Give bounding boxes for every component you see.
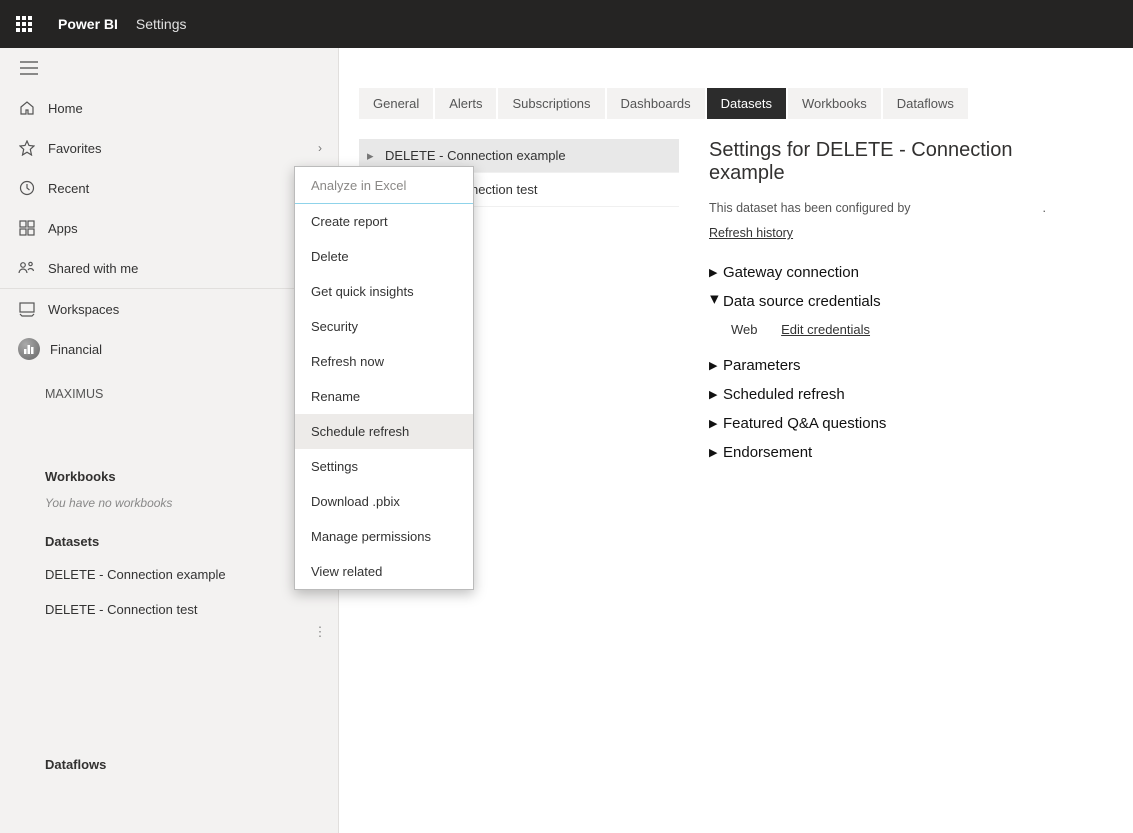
tab-datasets[interactable]: Datasets <box>707 88 786 119</box>
app-launcher-icon[interactable] <box>12 12 36 36</box>
caret-right-icon: ▶ <box>709 446 721 459</box>
caret-right-icon: ▶ <box>709 266 721 279</box>
apps-icon <box>18 219 36 237</box>
clock-icon <box>18 179 36 197</box>
sidebar-item-label: Home <box>48 101 83 116</box>
brand-label: Power BI <box>58 16 118 32</box>
caret-right-icon: ▶ <box>709 359 721 372</box>
acc-label: Scheduled refresh <box>723 386 845 403</box>
acc-label: Featured Q&A questions <box>723 415 886 432</box>
ctx-settings[interactable]: Settings <box>295 449 473 484</box>
dataset-context-menu: Analyze in Excel Create report Delete Ge… <box>294 166 474 590</box>
edit-credentials-link[interactable]: Edit credentials <box>781 322 870 337</box>
shared-icon <box>18 259 36 277</box>
panel-subtitle: This dataset has been configured by . <box>709 201 1093 215</box>
sidebar-item-label: Favorites <box>48 141 101 156</box>
sidebar-item-label: Financial <box>50 342 102 357</box>
acc-label: Gateway connection <box>723 264 859 281</box>
sidebar-item-apps[interactable]: Apps <box>0 208 338 248</box>
acc-label: Parameters <box>723 357 801 374</box>
sidebar-item-label: Recent <box>48 181 89 196</box>
sidebar: Home Favorites › Recent Apps Shared with… <box>0 48 339 833</box>
acc-label: Data source credentials <box>723 293 881 310</box>
acc-gateway[interactable]: ▶Gateway connection <box>709 258 1093 287</box>
tab-dataflows[interactable]: Dataflows <box>883 88 968 119</box>
star-icon <box>18 139 36 157</box>
ctx-manage-permissions[interactable]: Manage permissions <box>295 519 473 554</box>
sidebar-item-recent[interactable]: Recent <box>0 168 338 208</box>
ctx-download-pbix[interactable]: Download .pbix <box>295 484 473 519</box>
ctx-refresh-now[interactable]: Refresh now <box>295 344 473 379</box>
panel-title: Settings for DELETE - Connection example <box>709 139 1093 185</box>
chevron-right-icon: › <box>318 141 322 155</box>
sidebar-item-financial[interactable]: Financial <box>0 329 338 369</box>
more-button[interactable]: ⋮ <box>310 618 330 646</box>
ctx-quick-insights[interactable]: Get quick insights <box>295 274 473 309</box>
credential-type: Web <box>731 322 758 337</box>
workspace-content: MAXIMUS Workbooks You have no workbooks … <box>0 369 338 780</box>
sidebar-dataset-item[interactable]: DELETE - Connection test <box>45 592 338 627</box>
tab-workbooks[interactable]: Workbooks <box>788 88 881 119</box>
caret-right-icon: ▶ <box>709 388 721 401</box>
ctx-create-report[interactable]: Create report <box>295 204 473 239</box>
nav-list: Home Favorites › Recent Apps Shared with… <box>0 88 338 288</box>
sidebar-item-favorites[interactable]: Favorites › <box>0 128 338 168</box>
ctx-analyze-excel[interactable]: Analyze in Excel <box>295 167 473 204</box>
ctx-delete[interactable]: Delete <box>295 239 473 274</box>
settings-tabs: General Alerts Subscriptions Dashboards … <box>359 88 1133 119</box>
acc-endorsement[interactable]: ▶Endorsement <box>709 438 1093 467</box>
sidebar-item-label: Apps <box>48 221 78 236</box>
caret-icon: ▸ <box>367 148 381 164</box>
dataset-more-column: ⋮ <box>310 618 330 646</box>
caret-down-icon: ▶ <box>709 296 722 308</box>
ctx-rename[interactable]: Rename <box>295 379 473 414</box>
sidebar-item-shared[interactable]: Shared with me <box>0 248 338 288</box>
acc-label: Endorsement <box>723 444 812 461</box>
tab-general[interactable]: General <box>359 88 433 119</box>
ctx-security[interactable]: Security <box>295 309 473 344</box>
dataset-name: DELETE - Connection example <box>385 148 566 163</box>
home-icon <box>18 99 36 117</box>
ctx-view-related[interactable]: View related <box>295 554 473 589</box>
refresh-history-link[interactable]: Refresh history <box>709 226 793 240</box>
tab-alerts[interactable]: Alerts <box>435 88 496 119</box>
credentials-row: Web Edit credentials <box>709 316 1093 351</box>
acc-qna[interactable]: ▶Featured Q&A questions <box>709 409 1093 438</box>
breadcrumb[interactable]: Settings <box>136 16 187 32</box>
acc-scheduled[interactable]: ▶Scheduled refresh <box>709 380 1093 409</box>
caret-right-icon: ▶ <box>709 417 721 430</box>
sidebar-item-workspaces[interactable]: Workspaces <box>0 289 338 329</box>
nav-toggle[interactable] <box>0 48 338 88</box>
workspaces-icon <box>18 300 36 318</box>
sidebar-item-home[interactable]: Home <box>0 88 338 128</box>
tab-dashboards[interactable]: Dashboards <box>607 88 705 119</box>
app-header: Power BI Settings <box>0 0 1133 48</box>
ctx-schedule-refresh[interactable]: Schedule refresh <box>295 414 473 449</box>
sidebar-item-label: Workspaces <box>48 302 119 317</box>
workspace-nav: Workspaces Financial <box>0 289 338 369</box>
acc-credentials[interactable]: ▶Data source credentials <box>709 287 1093 316</box>
workspace-avatar-icon <box>18 338 40 360</box>
acc-parameters[interactable]: ▶Parameters <box>709 351 1093 380</box>
settings-panel: Settings for DELETE - Connection example… <box>679 139 1133 467</box>
sidebar-item-label: Shared with me <box>48 261 138 276</box>
tab-subscriptions[interactable]: Subscriptions <box>498 88 604 119</box>
section-dataflows: Dataflows <box>45 627 338 780</box>
